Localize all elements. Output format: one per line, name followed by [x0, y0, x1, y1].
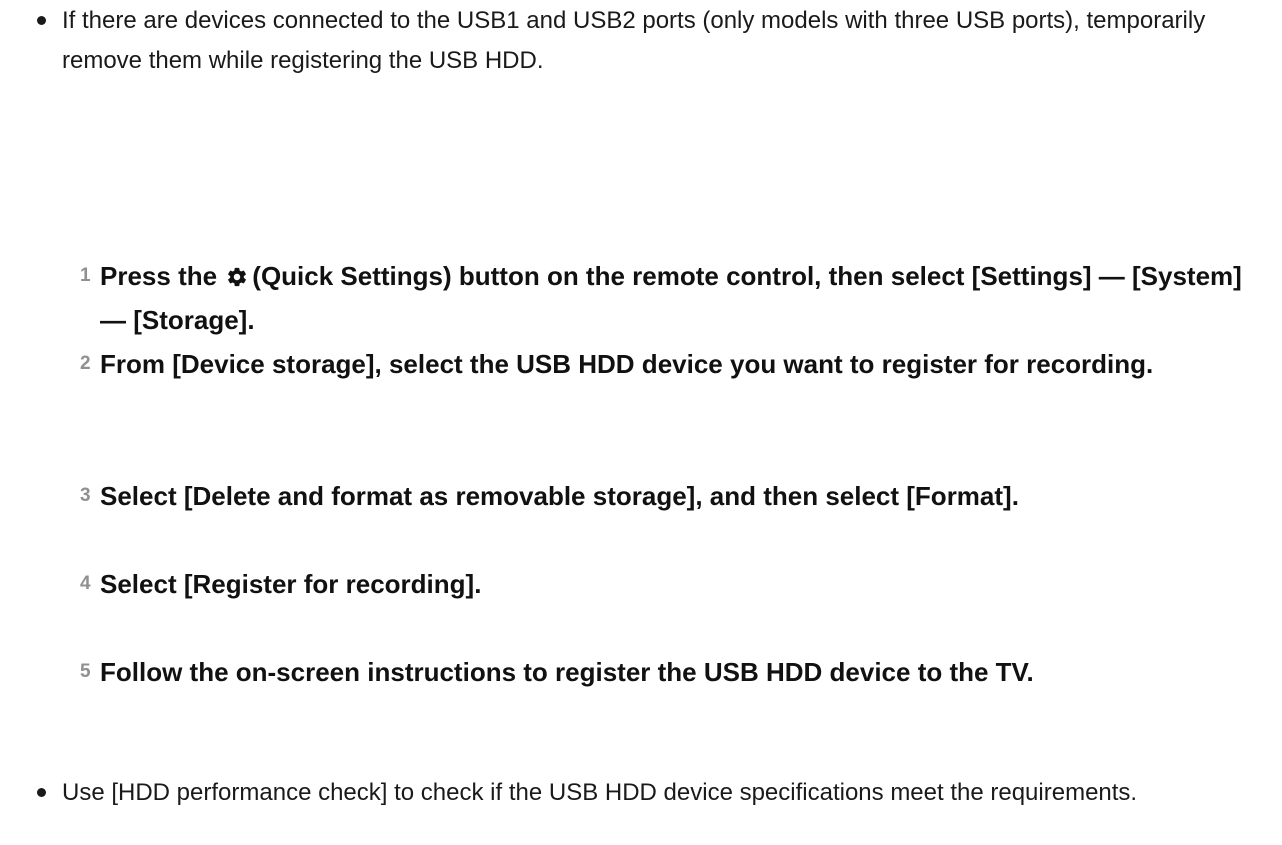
step-number: 1	[80, 265, 91, 286]
step-text: Select [Delete and format as removable s…	[100, 481, 1019, 511]
step-number: 3	[80, 485, 91, 506]
bullet-dot	[37, 788, 46, 797]
step-text: From [Device storage], select the USB HD…	[100, 349, 1154, 379]
step-number: 4	[80, 573, 91, 594]
step-text-after-icon: (Quick Settings) button on the remote co…	[100, 261, 1242, 335]
bullet-note-usb-ports: If there are devices connected to the US…	[37, 1, 1242, 81]
note-text: Use [HDD performance check] to check if …	[62, 779, 1138, 806]
bullet-dot	[37, 16, 46, 25]
note-text: If there are devices connected to the US…	[62, 7, 1206, 74]
gear-icon	[228, 267, 247, 287]
step-number: 2	[80, 353, 91, 374]
bullet-note-hdd-check: Use [HDD performance check] to check if …	[37, 773, 1242, 813]
step-text: Select [Register for recording].	[100, 569, 482, 599]
step-number: 5	[80, 661, 91, 682]
step-text: Follow the on-screen instructions to reg…	[100, 657, 1034, 687]
step-text-before-icon: Press the	[100, 261, 225, 291]
step-text: Press the (Quick Settings) button on the…	[100, 254, 1250, 342]
